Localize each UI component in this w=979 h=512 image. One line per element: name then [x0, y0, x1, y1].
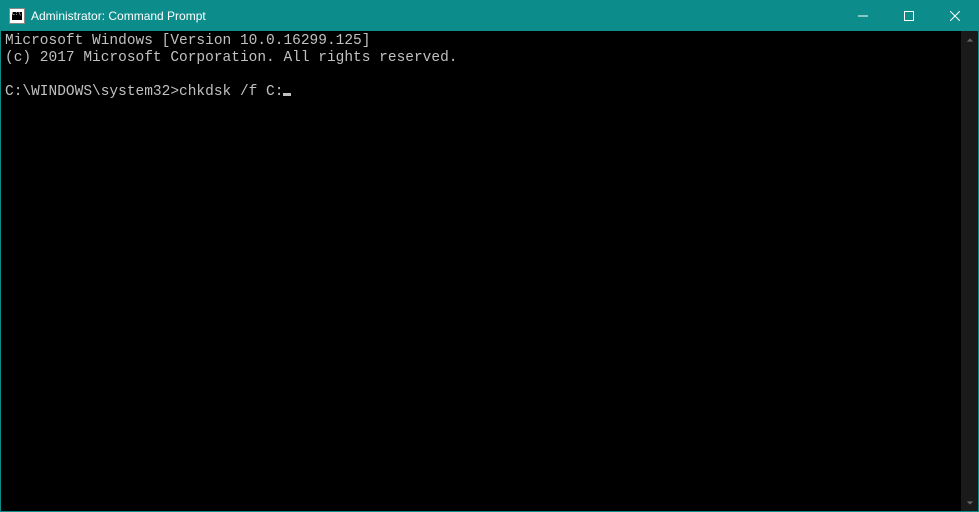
minimize-button[interactable] [840, 1, 886, 31]
maximize-button[interactable] [886, 1, 932, 31]
scroll-up-button[interactable] [961, 31, 978, 48]
window-title: Administrator: Command Prompt [31, 9, 840, 23]
window-controls [840, 1, 978, 31]
prompt-text: C:\WINDOWS\system32> [5, 84, 179, 100]
app-icon [9, 8, 25, 24]
scroll-track[interactable] [961, 48, 978, 494]
content-area: Microsoft Windows [Version 10.0.16299.12… [1, 31, 978, 511]
version-line: Microsoft Windows [Version 10.0.16299.12… [5, 33, 370, 49]
text-cursor [283, 93, 291, 96]
vertical-scrollbar[interactable] [961, 31, 978, 511]
typed-command: chkdsk /f C: [179, 84, 283, 100]
command-prompt-window: Administrator: Command Prompt Microsoft … [0, 0, 979, 512]
terminal-output[interactable]: Microsoft Windows [Version 10.0.16299.12… [1, 31, 961, 511]
minimize-icon [858, 11, 868, 21]
chevron-up-icon [966, 36, 974, 44]
copyright-line: (c) 2017 Microsoft Corporation. All righ… [5, 50, 457, 66]
scroll-down-button[interactable] [961, 494, 978, 511]
titlebar[interactable]: Administrator: Command Prompt [1, 1, 978, 31]
close-button[interactable] [932, 1, 978, 31]
chevron-down-icon [966, 499, 974, 507]
close-icon [950, 11, 960, 21]
maximize-icon [904, 11, 914, 21]
